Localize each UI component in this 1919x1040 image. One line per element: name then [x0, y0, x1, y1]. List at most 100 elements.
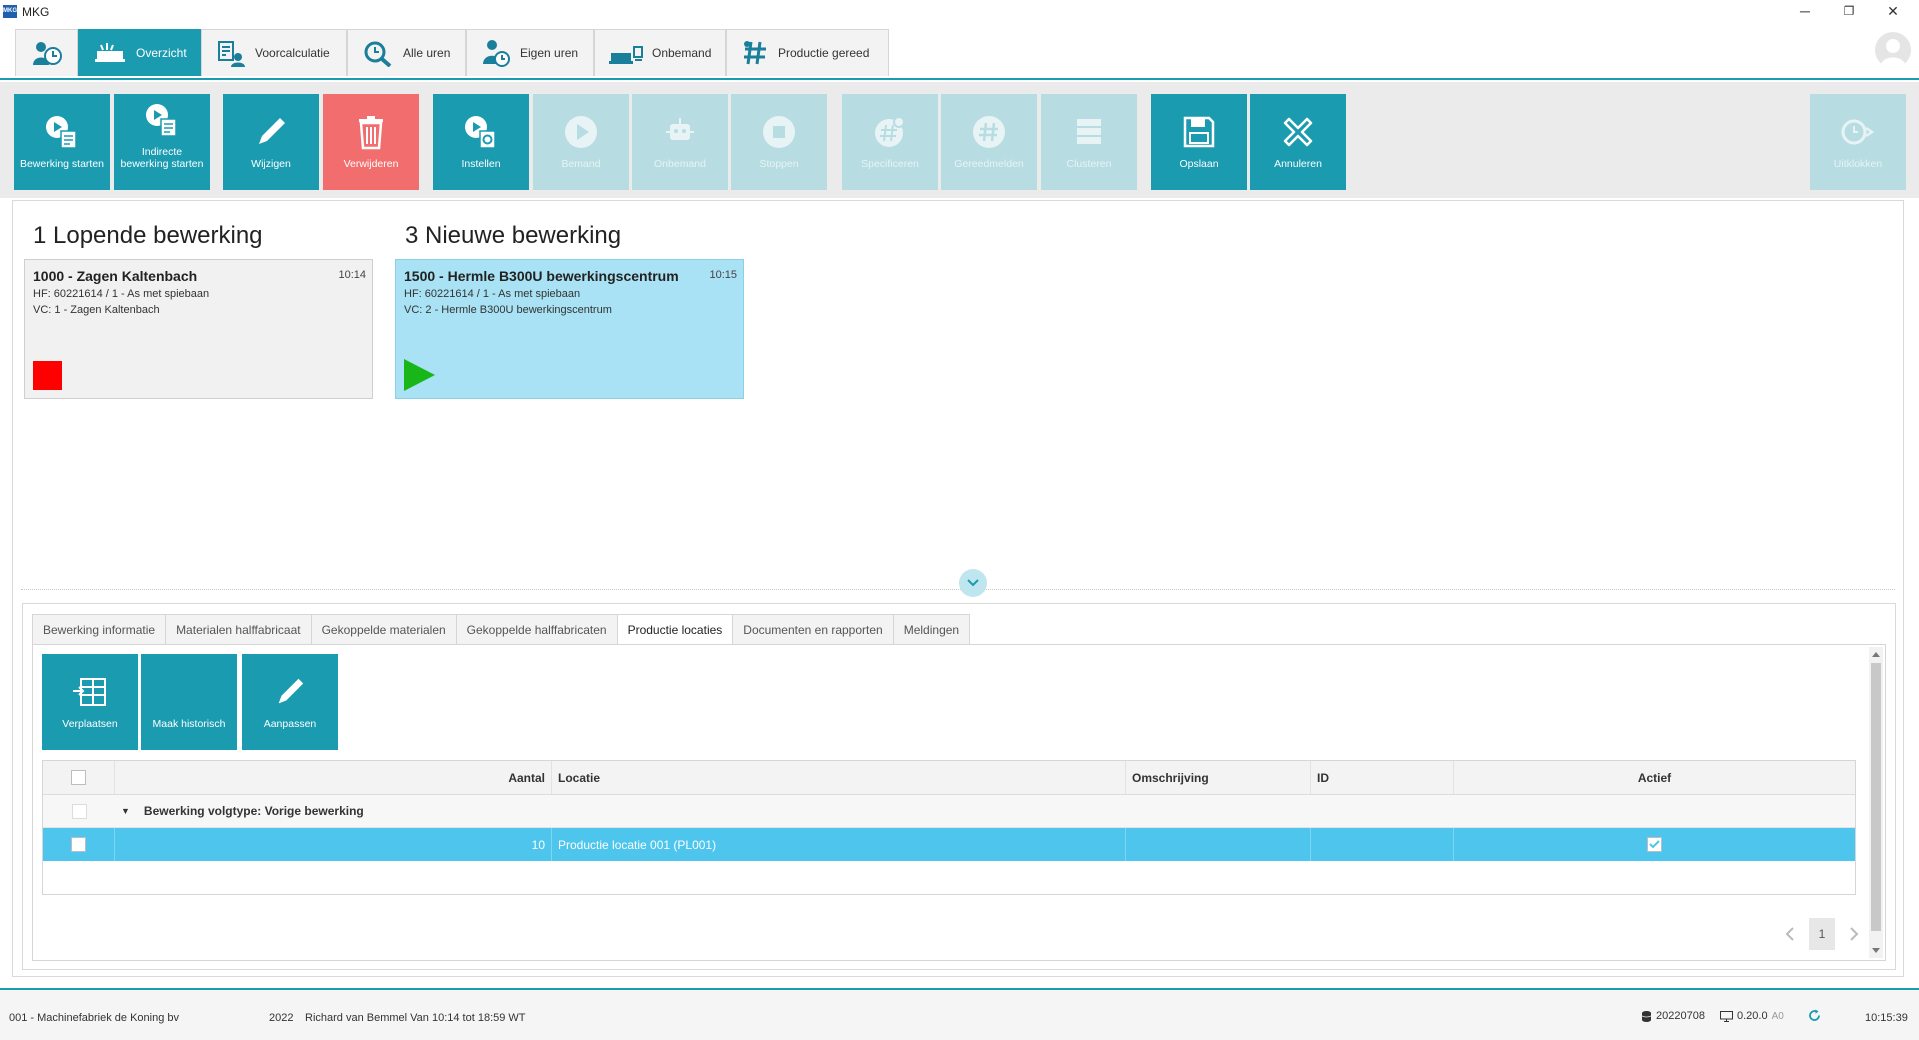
play-icon[interactable] [404, 359, 435, 391]
col-actief[interactable]: Actief [1454, 761, 1855, 794]
card-hf: HF: 60221614 / 1 - As met spiebaan [404, 288, 581, 300]
group-checkbox[interactable] [71, 803, 87, 819]
restore-button[interactable]: ❐ [1827, 0, 1871, 24]
app-version-label: 0.20.0 [1737, 1010, 1768, 1022]
group-label: Bewerking volgtype: Vorige bewerking [143, 804, 364, 818]
tab-bewerking-informatie[interactable]: Bewerking informatie [32, 614, 166, 645]
scrollbar-thumb[interactable] [1871, 663, 1881, 931]
gereedmelden-button[interactable]: Gereedmelden [941, 94, 1037, 190]
lopende-heading: 1 Lopende bewerking [33, 222, 263, 249]
actief-checkbox[interactable] [1647, 837, 1662, 852]
select-all-checkbox[interactable] [71, 770, 86, 785]
col-omschrijving[interactable]: Omschrijving [1126, 761, 1311, 794]
clock-label: 10:15:39 [1865, 1012, 1908, 1024]
chevron-left-icon[interactable] [1785, 926, 1795, 942]
group-row[interactable]: ▼ Bewerking volgtype: Vorige bewerking [43, 795, 1855, 828]
lopende-bewerking-card[interactable]: 1000 - Zagen Kaltenbach 10:14 HF: 602216… [24, 259, 373, 399]
clock-user-icon [32, 42, 62, 65]
chevron-right-icon[interactable] [1849, 926, 1859, 942]
app-logo: MKG [3, 5, 17, 18]
nieuwe-bewerking-card[interactable]: 1500 - Hermle B300U bewerkingscentrum 10… [395, 259, 744, 399]
action-toolbar: Bewerking starten Indirecte bewerking st… [0, 82, 1919, 198]
col-id[interactable]: ID [1311, 761, 1454, 794]
checkmark-icon [1649, 840, 1660, 849]
tab-alle-uren[interactable]: Alle uren [347, 29, 466, 76]
pager: 1 [1785, 918, 1859, 950]
row-checkbox[interactable] [71, 837, 86, 852]
button-label: Bemand [561, 158, 601, 170]
locaties-grid: Aantal Locatie Omschrijving ID Actief ▼ … [42, 760, 1856, 895]
button-label: Wijzigen [251, 158, 291, 170]
page-number[interactable]: 1 [1809, 918, 1835, 950]
tab-productie-gereed[interactable]: Productie gereed [726, 29, 889, 76]
refresh-icon[interactable] [1808, 1009, 1821, 1025]
cell-locatie: Productie locatie 001 (PL001) [552, 828, 1126, 861]
table-row[interactable]: 10 Productie locatie 001 (PL001) [43, 828, 1855, 861]
specificeren-button[interactable]: Specificeren [842, 94, 938, 190]
tab-eigen-uren[interactable]: Eigen uren [466, 29, 594, 76]
onbemand-button[interactable]: Onbemand [632, 94, 728, 190]
button-label: Bewerking starten [19, 158, 105, 170]
year-label: 2022 [269, 1012, 294, 1024]
user-icon [1880, 39, 1906, 68]
instellen-button[interactable]: Instellen [433, 94, 529, 190]
opslaan-button[interactable]: Opslaan [1151, 94, 1247, 190]
aanpassen-button[interactable]: Aanpassen [242, 654, 338, 750]
indirecte-bewerking-starten-button[interactable]: Indirecte bewerking starten [114, 94, 210, 190]
collapse-panel-button[interactable] [959, 569, 987, 597]
window-title-bar: MKG MKG ─ ❐ ✕ [0, 0, 1919, 24]
tab-gekoppelde-materialen[interactable]: Gekoppelde materialen [310, 614, 456, 645]
tab-label: Productie gereed [778, 46, 870, 60]
card-title: 1000 - Zagen Kaltenbach [33, 268, 198, 284]
move-shelf-icon [73, 678, 106, 706]
tab-onbemand[interactable]: Onbemand [594, 29, 726, 76]
col-aantal[interactable]: Aantal [115, 761, 552, 794]
scroll-down-icon[interactable] [1872, 948, 1880, 954]
annuleren-button[interactable]: Annuleren [1250, 94, 1346, 190]
verplaatsen-button[interactable]: Verplaatsen [42, 654, 138, 750]
tab-label: Overzicht [136, 46, 187, 60]
card-time: 10:15 [709, 269, 737, 281]
bewerking-starten-button[interactable]: Bewerking starten [14, 94, 110, 190]
uitklokken-button[interactable]: Uitklokken [1810, 94, 1906, 190]
button-label: Clusteren [1066, 158, 1112, 170]
col-locatie[interactable]: Locatie [552, 761, 1126, 794]
bemand-button[interactable]: Bemand [533, 94, 629, 190]
vertical-scrollbar[interactable] [1869, 647, 1883, 958]
card-vc: VC: 2 - Hermle B300U bewerkingscentrum [404, 304, 612, 316]
tab-overzicht[interactable]: Overzicht [78, 29, 201, 76]
stop-icon[interactable] [33, 361, 62, 390]
avatar[interactable] [1875, 32, 1911, 68]
search-clock-icon [364, 41, 392, 67]
tab-meldingen[interactable]: Meldingen [892, 614, 971, 645]
detail-tabs: Bewerking informatie Materialen halffabr… [32, 614, 971, 645]
chevron-down-icon [967, 579, 979, 587]
caret-down-icon[interactable]: ▼ [121, 806, 130, 816]
button-label: Onbemand [654, 158, 706, 170]
wijzigen-button[interactable]: Wijzigen [223, 94, 319, 190]
tab-gekoppelde-halffabricaten[interactable]: Gekoppelde halffabricaten [455, 614, 617, 645]
scroll-up-icon[interactable] [1872, 651, 1880, 657]
minimize-button[interactable]: ─ [1783, 0, 1827, 24]
tab-documenten-en-rapporten[interactable]: Documenten en rapporten [732, 614, 893, 645]
company-label: 001 - Machinefabriek de Koning bv [9, 1012, 179, 1024]
tab-klokken[interactable] [15, 29, 78, 76]
button-label: Maak historisch [152, 718, 226, 730]
button-label: Verwijderen [343, 158, 399, 170]
clusteren-button[interactable]: Clusteren [1041, 94, 1137, 190]
tab-voorcalculatie[interactable]: Voorcalculatie [201, 29, 347, 76]
play-settings-icon [465, 116, 496, 149]
button-label: Specificeren [861, 158, 919, 170]
tab-productie-locaties[interactable]: Productie locaties [616, 614, 733, 645]
maak-historisch-button[interactable]: Maak historisch [141, 654, 237, 750]
robot-machine-icon [609, 46, 643, 64]
panel-divider [21, 589, 1895, 590]
button-label-line2: bewerking starten [120, 158, 204, 170]
stoppen-button[interactable]: Stoppen [731, 94, 827, 190]
db-version-label: 20220708 [1656, 1010, 1705, 1022]
play-document-icon [46, 116, 77, 149]
verwijderen-button[interactable]: Verwijderen [323, 94, 419, 190]
tab-materialen-halffabricaat[interactable]: Materialen halffabricaat [165, 614, 311, 645]
card-title: 1500 - Hermle B300U bewerkingscentrum [404, 268, 679, 284]
close-button[interactable]: ✕ [1871, 0, 1915, 24]
